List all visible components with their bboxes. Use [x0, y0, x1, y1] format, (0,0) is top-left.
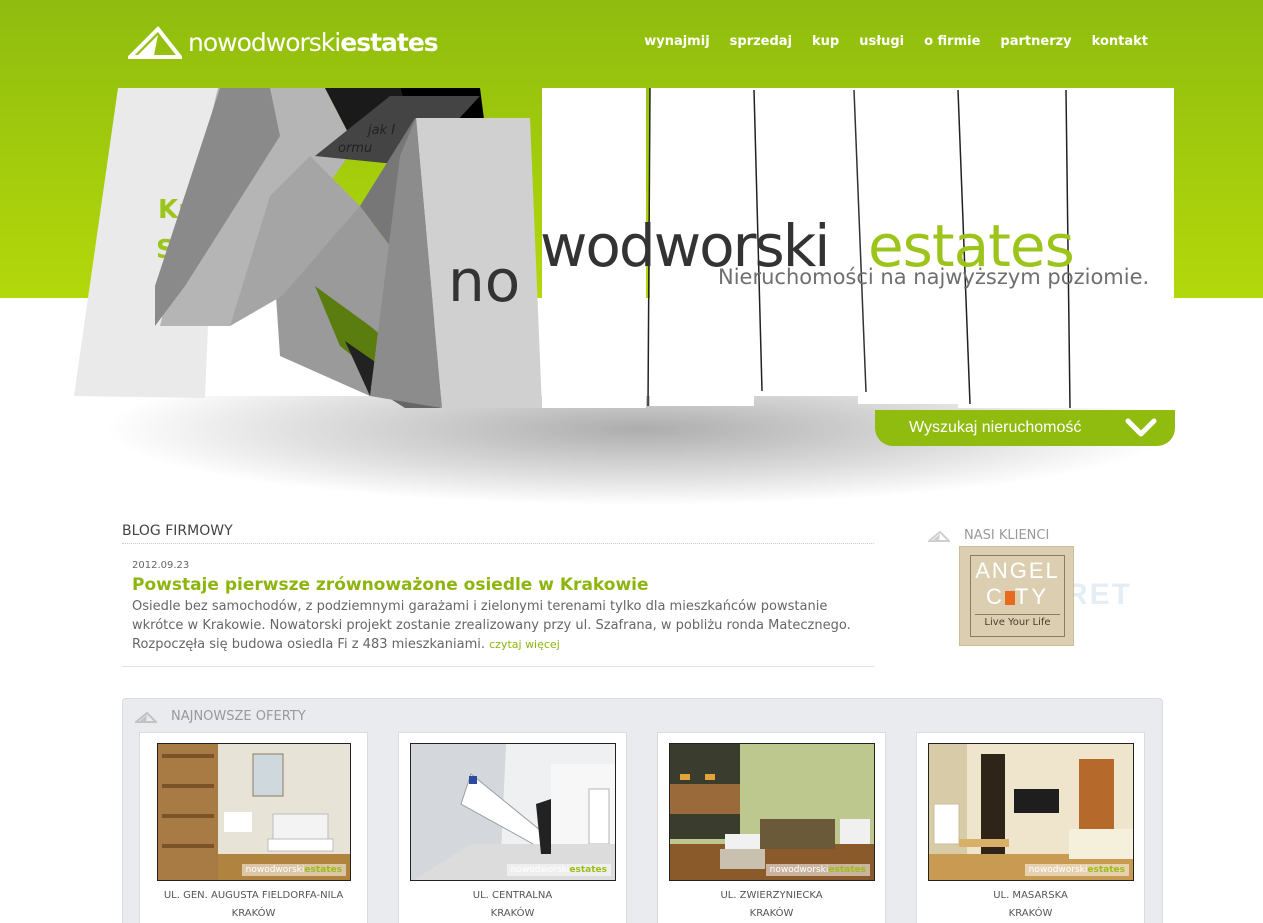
nav-uslugi[interactable]: usługi	[859, 34, 904, 49]
apartment-photo	[411, 744, 615, 880]
photo-watermark: nowodworskiestates	[1024, 864, 1129, 876]
nav-o-firmie[interactable]: o firmie	[924, 34, 980, 49]
offer-card[interactable]: nowodworskiestates UL. CENTRALNA KRAKÓW	[398, 732, 627, 923]
post-title[interactable]: Powstaje pierwsze zrównoważone osiedle w…	[132, 575, 874, 595]
prev-slide-text-7: ormu	[338, 141, 372, 156]
offer-photo[interactable]: nowodworskiestates	[157, 743, 351, 881]
angel-line3: Live Your Life	[975, 614, 1060, 628]
latest-offers: NAJNOWSZE OFERTY nowodworskiestates UL. …	[122, 698, 1163, 923]
nav-sprzedaj[interactable]: sprzedaj	[730, 34, 792, 49]
blog-post: 2012.09.23 Powstaje pierwsze zrównoważon…	[122, 544, 874, 667]
house-roof-icon	[928, 530, 950, 542]
offer-photo[interactable]: nowodworskiestates	[669, 743, 875, 881]
read-more-link[interactable]: czytaj więcej	[489, 638, 560, 651]
logo-text: nowodworskiestates	[188, 27, 439, 57]
offer-card[interactable]: nowodworskiestates UL. ZWIERZYNIECKA KRA…	[657, 732, 886, 923]
offer-caption: UL. CENTRALNA KRAKÓW	[399, 887, 626, 923]
offer-street: UL. MASARSKA	[993, 890, 1068, 901]
nav-partnerzy[interactable]: partnerzy	[1000, 34, 1071, 49]
blog-section: BLOG FIRMOWY 2012.09.23 Powstaje pierwsz…	[122, 523, 874, 667]
offer-city: KRAKÓW	[231, 908, 276, 919]
angel-line2: C TY	[985, 584, 1049, 609]
offer-street: UL. CENTRALNA	[472, 890, 553, 901]
post-body: Osiedle bez samochodów, z podziemnymi ga…	[132, 597, 874, 654]
apartment-photo	[158, 744, 350, 880]
offer-card[interactable]: nowodworskiestates UL. GEN. AUGUSTA FIEL…	[139, 732, 368, 923]
house-roof-icon	[128, 25, 182, 59]
offer-caption: UL. ZWIERZYNIECKA KRAKÓW	[658, 887, 885, 923]
search-property-label: Wyszukaj nieruchomość	[909, 419, 1082, 436]
hero-slider[interactable]: atywnie Kre bko ja Szy jak I ormu no	[70, 86, 1180, 416]
slider-brand-left: no	[448, 247, 520, 315]
offer-city: KRAKÓW	[490, 908, 535, 919]
blog-title: BLOG FIRMOWY	[122, 523, 874, 544]
apartment-photo	[670, 744, 874, 880]
nav-kontakt[interactable]: kontakt	[1092, 34, 1148, 49]
photo-watermark: nowodworskiestates	[241, 864, 346, 876]
offer-caption: UL. GEN. AUGUSTA FIELDORFA-NILA KRAKÓW	[140, 887, 367, 923]
offers-header: NAJNOWSZE OFERTY	[135, 709, 306, 724]
main-nav: wynajmij sprzedaj kup usługi o firmie pa…	[624, 34, 1148, 49]
apartment-photo	[929, 744, 1133, 880]
offer-card[interactable]: nowodworskiestates UL. MASARSKA KRAKÓW	[916, 732, 1145, 923]
slider-tagline: Nieruchomości na najwyższym poziomie.	[718, 265, 1149, 289]
search-property-toggle[interactable]: Wyszukaj nieruchomość	[875, 410, 1175, 446]
prev-slide-text-6: jak I	[366, 123, 395, 138]
chevron-down-icon	[1125, 418, 1157, 437]
offer-street: UL. ZWIERZYNIECKA	[720, 890, 823, 901]
offer-caption: UL. MASARSKA KRAKÓW	[917, 887, 1144, 923]
clients-header: NASI KLIENCI	[928, 528, 1158, 543]
offer-photo[interactable]: nowodworskiestates	[928, 743, 1134, 881]
offers-title: NAJNOWSZE OFERTY	[171, 709, 306, 724]
nav-kup[interactable]: kup	[812, 34, 839, 49]
clients-section: NASI KLIENCI RET ANGEL C TY Live Your Lif…	[928, 528, 1158, 646]
clients-title: NASI KLIENCI	[964, 528, 1050, 543]
house-roof-icon	[135, 711, 157, 723]
offer-photo[interactable]: nowodworskiestates	[410, 743, 616, 881]
post-date: 2012.09.23	[132, 560, 190, 571]
offer-city: KRAKÓW	[749, 908, 794, 919]
angel-line1: ANGEL	[975, 558, 1060, 583]
slider-graphic: atywnie Kre bko ja Szy jak I ormu no	[74, 87, 1174, 409]
nav-wynajmij[interactable]: wynajmij	[644, 34, 709, 49]
client-logo-angel-city[interactable]: ANGEL C TY Live Your Life	[959, 546, 1074, 646]
photo-watermark: nowodworskiestates	[506, 864, 611, 876]
photo-watermark: nowodworskiestates	[765, 864, 870, 876]
site-logo[interactable]: nowodworskiestates	[128, 24, 439, 60]
offer-city: KRAKÓW	[1008, 908, 1053, 919]
offer-street: UL. GEN. AUGUSTA FIELDORFA-NILA	[163, 890, 344, 901]
